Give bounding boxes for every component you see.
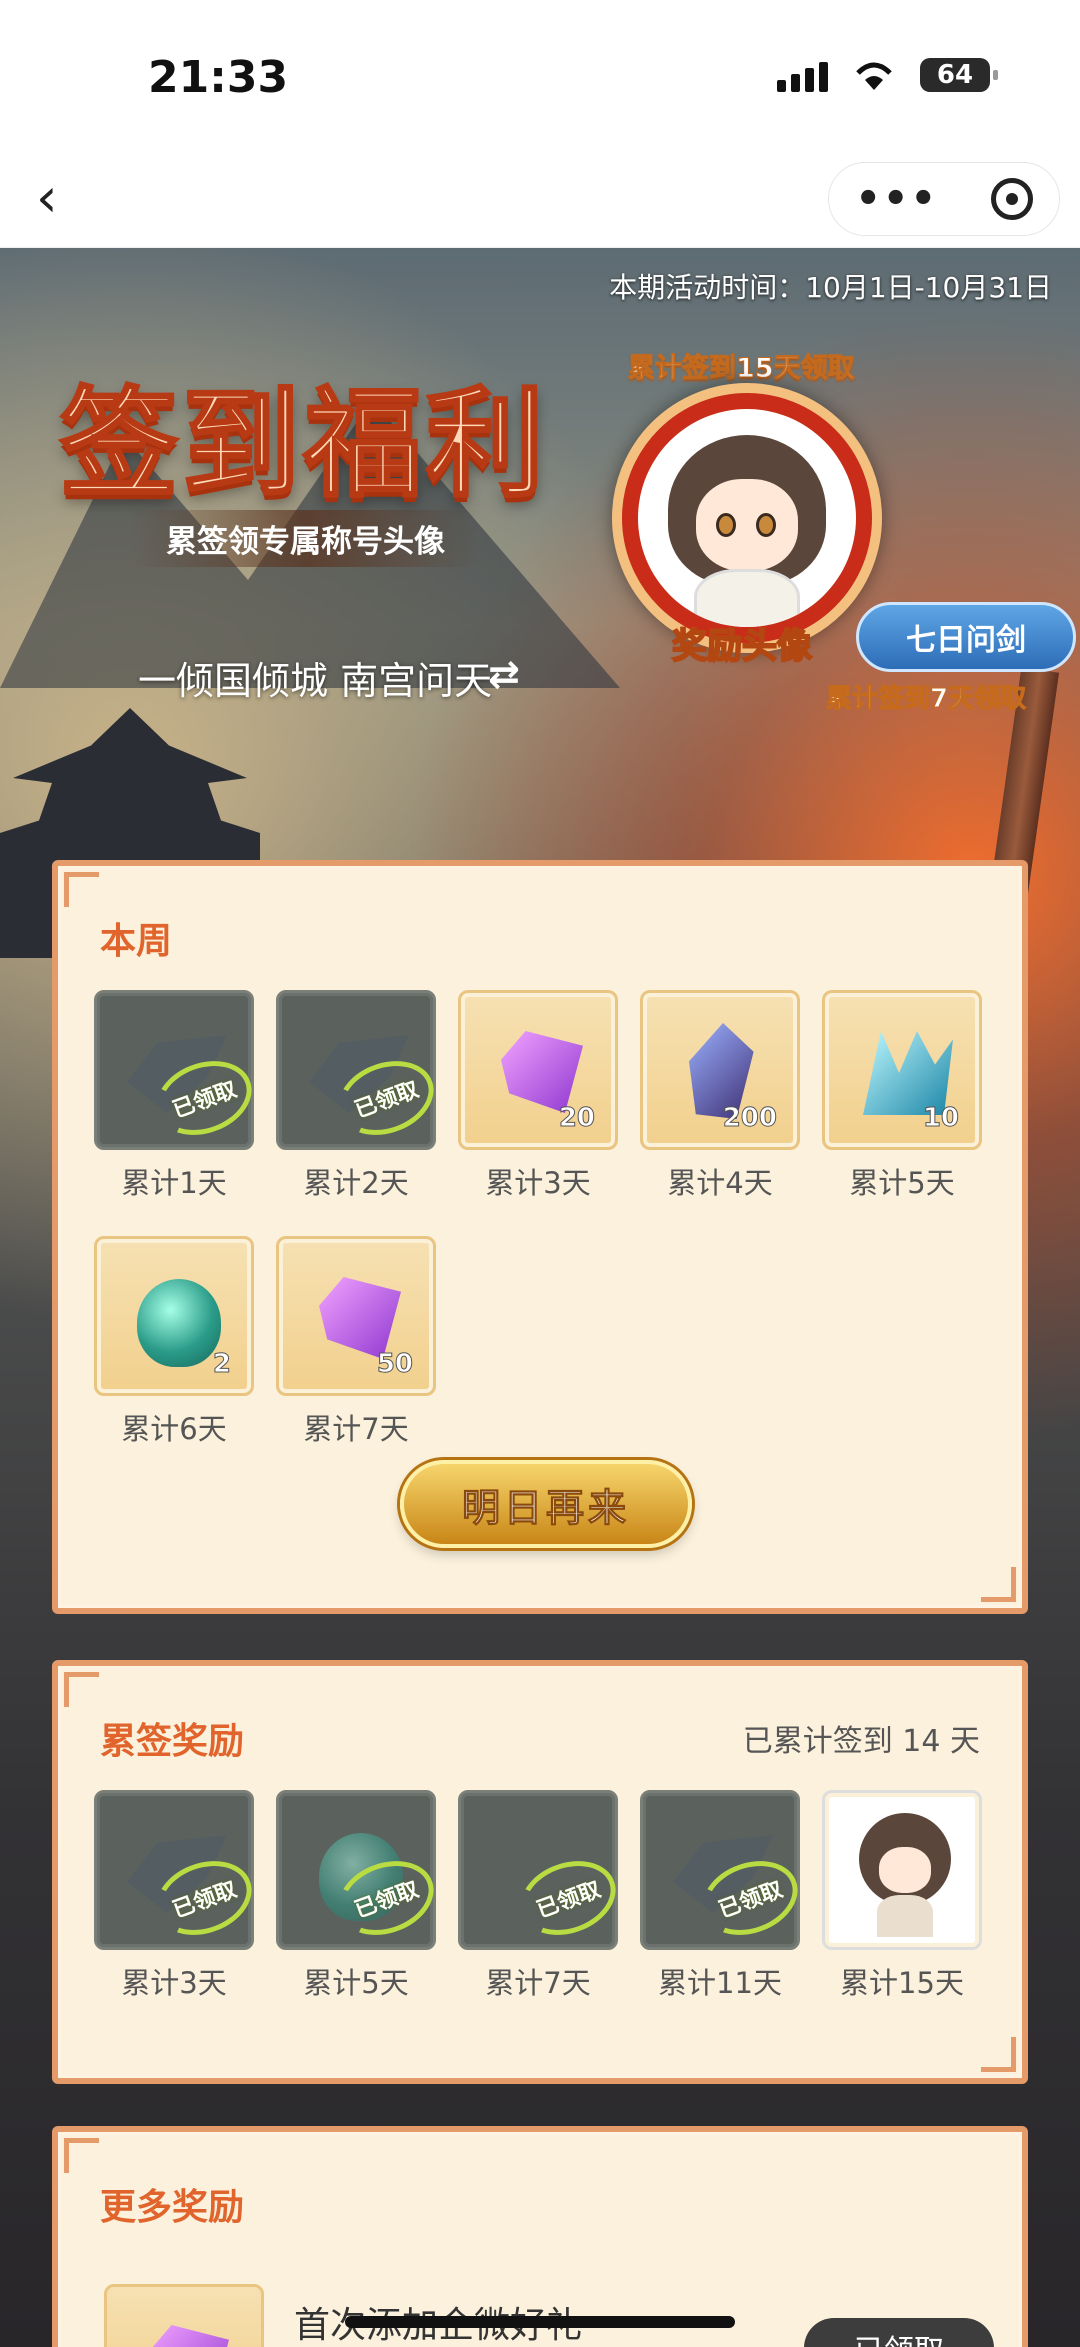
event-page: 本期活动时间：10月1日-10月31日 签到福利 累签领专属称号头像 一倾国倾城… [0,248,1080,2347]
cumulative-item[interactable]: 已领取 累计11天 [640,1790,809,2002]
player-title-name: 一倾国倾城 南宫问天 [138,659,493,703]
signin-count: 已累计签到 14 天 [742,1724,980,1759]
more-rewards-title: 更多奖励 [100,2187,245,2228]
avatar-condition: 累计签到15天领取 [628,353,856,385]
purple-crystal-icon [147,2325,229,2347]
nav-bar: ‹ ••• [0,150,1080,248]
swap-icon[interactable]: ⇄ [488,652,520,696]
hero-title: 签到福利 [58,373,549,515]
weekly-item[interactable]: 20 累计3天 [458,990,618,1202]
weekly-item[interactable]: 50 累计7天 [276,1236,436,1448]
status-bar: 21:33 64 [0,0,1080,150]
weekly-panel: 本周 已领取 累计1天 已领取 累计2天 20 累计3天 200 累计4天 10… [52,860,1028,1614]
weekly-item[interactable]: 已领取 累计1天 [94,990,263,1202]
purple-crystal-icon [319,1277,401,1359]
weekly-grid: 已领取 累计1天 已领取 累计2天 20 累计3天 200 累计4天 10 累计… [94,990,1014,1448]
cumulative-item[interactable]: 累计15天 [822,1790,982,2002]
weekly-title: 本周 [100,921,173,962]
home-indicator [345,2316,735,2328]
weekly-item[interactable]: 10 累计5天 [822,990,982,1202]
status-time: 21:33 [148,52,289,103]
purple-crystal-icon [501,1031,583,1113]
battery-icon: 64 [920,58,998,92]
cumulative-panel: 累签奖励 已累计签到 14 天 已领取 累计3天 已领取 累计5天 已领取 累计… [52,1660,1028,2084]
claimed-stamp: 已领取 [509,1848,627,1948]
weekly-item[interactable]: 2 累计6天 [94,1236,254,1448]
reward-avatar [638,409,856,627]
reward-avatar-frame [612,383,882,653]
cumulative-grid: 已领取 累计3天 已领取 累计5天 已领取 累计7天 已领取 累计11天 累计1… [94,1790,1014,2002]
claimed-button[interactable]: 已领取 [804,2318,994,2347]
signal-icon [777,58,828,92]
cumulative-item[interactable]: 已领取 累计5天 [276,1790,445,2002]
cumulative-item[interactable]: 已领取 累计3天 [94,1790,263,2002]
title-badge: 七日问剑 [856,602,1076,672]
more-rewards-panel: 更多奖励 首次添加企微好礼 已领取 [52,2126,1028,2347]
back-icon[interactable]: ‹ [36,170,82,226]
chibi-avatar-icon [859,1813,951,1937]
reward-avatar-label: 奖励头像 [671,626,813,668]
more-reward-item [104,2284,264,2347]
status-icons: 64 [777,58,998,92]
mini-program-capsule: ••• [828,162,1060,236]
cumulative-title: 累签奖励 [100,1721,245,1762]
close-icon[interactable] [990,178,1033,220]
title-condition: 累计签到7天领取 [825,684,1027,715]
more-icon[interactable]: ••• [855,176,938,222]
hero-subtitle: 累签领专属称号头像 [130,510,481,567]
cumulative-item[interactable]: 已领取 累计7天 [458,1790,627,2002]
weekly-item[interactable]: 已领取 累计2天 [276,990,445,1202]
gourd-icon [137,1279,221,1367]
come-back-tomorrow-button[interactable]: 明日再来 [400,1460,692,1548]
event-period: 本期活动时间：10月1日-10月31日 [609,271,1052,304]
wifi-icon [856,62,892,90]
weekly-item[interactable]: 200 累计4天 [640,990,800,1202]
